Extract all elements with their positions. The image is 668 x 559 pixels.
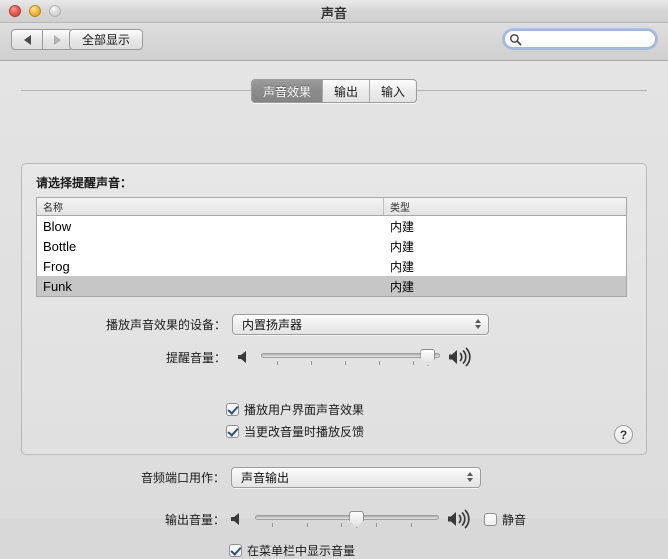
show-all-button[interactable]: 全部显示: [69, 29, 144, 50]
chevron-updown-icon: [467, 472, 473, 482]
output-volume-row: 输出音量： 静音: [0, 508, 668, 530]
ui-sound-effects-label: 播放用户界面声音效果: [244, 403, 365, 417]
slider-tickmarks: [261, 361, 440, 366]
effects-device-row: 播放声音效果的设备： 内置扬声器: [22, 314, 646, 335]
checkbox-ui-sound-effects[interactable]: [226, 403, 239, 416]
column-header-type[interactable]: 类型: [384, 198, 626, 215]
back-button[interactable]: [11, 29, 42, 50]
ui-sound-effects-checkbox-row[interactable]: 播放用户界面声音效果: [226, 401, 364, 418]
cell-name: Frog: [43, 258, 70, 274]
table-row[interactable]: Bottle 内建: [37, 236, 626, 256]
effects-device-value: 内置扬声器: [242, 318, 303, 332]
speaker-min-icon: [238, 351, 246, 363]
audio-port-popup[interactable]: 声音输出: [231, 467, 481, 488]
checkbox-volume-feedback[interactable]: [226, 425, 239, 438]
alert-sound-list-label: 请选择提醒声音：: [36, 176, 133, 190]
slider-track: [255, 515, 439, 520]
help-button[interactable]: ?: [614, 425, 633, 444]
column-header-name[interactable]: 名称: [37, 198, 384, 215]
output-volume-slider[interactable]: [255, 508, 439, 530]
show-volume-menubar-label: 在菜单栏中显示音量: [247, 544, 356, 558]
tab-group: 声音效果 输出 输入: [250, 79, 418, 103]
table-row-selected[interactable]: Funk 内建: [37, 276, 626, 296]
checkbox-show-volume-in-menubar[interactable]: [229, 544, 242, 557]
checkbox-mute[interactable]: [484, 512, 497, 526]
toolbar: 全部显示: [0, 23, 668, 61]
speaker-min-icon: [231, 513, 239, 525]
search-input[interactable]: [524, 32, 668, 46]
volume-feedback-label: 当更改音量时播放反馈: [244, 425, 365, 439]
chevron-updown-icon: [475, 319, 481, 329]
volume-feedback-checkbox-row[interactable]: 当更改音量时播放反馈: [226, 423, 364, 440]
sound-preferences-window: 声音 全部显示 声音效果 输出 输入 请选择提醒声音： 名称 类型 Blow 内…: [0, 0, 668, 558]
title-bar: 声音: [0, 0, 668, 23]
search-icon: [509, 33, 522, 46]
alert-volume-label: 提醒音量：: [165, 350, 226, 365]
cell-type: 内建: [390, 239, 415, 254]
table-row[interactable]: Frog 内建: [37, 256, 626, 276]
audio-port-row: 音频端口用作： 声音输出: [0, 467, 668, 488]
tab-output[interactable]: 输出: [323, 80, 371, 102]
slider-tickmarks: [255, 523, 439, 528]
tab-input[interactable]: 输入: [370, 80, 416, 102]
search-field-focus-ring: [502, 28, 668, 50]
back-arrow-icon: [23, 34, 31, 45]
tab-sound-effects[interactable]: 声音效果: [251, 80, 323, 102]
cell-name: Bottle: [43, 238, 77, 254]
effects-device-label: 播放声音效果的设备：: [105, 318, 226, 332]
effects-device-popup[interactable]: 内置扬声器: [232, 314, 489, 335]
preferences-content: 声音效果 输出 输入 请选择提醒声音： 名称 类型 Blow 内建 Bottle: [0, 61, 668, 558]
cell-type: 内建: [390, 279, 415, 294]
cell-type: 内建: [390, 219, 415, 234]
audio-port-value: 声音输出: [241, 471, 290, 485]
show-volume-menubar-row[interactable]: 在菜单栏中显示音量: [229, 542, 355, 559]
tab-bar: 声音效果 输出 输入: [0, 79, 668, 103]
search-field[interactable]: [504, 30, 668, 48]
mute-label: 静音: [502, 512, 527, 527]
speaker-max-icon: [449, 347, 471, 367]
forward-arrow-icon: [54, 34, 61, 45]
page-title: 声音: [320, 6, 347, 21]
cell-name: Blow: [43, 218, 72, 234]
table-header-row: 名称 类型: [37, 198, 626, 216]
navigation-buttons: [11, 29, 73, 50]
alert-sound-table[interactable]: 名称 类型 Blow 内建 Bottle 内建 Frog 内建 Funk 内建: [36, 197, 627, 297]
speaker-max-icon: [448, 509, 470, 529]
table-row[interactable]: Blow 内建: [37, 216, 626, 236]
slider-track: [261, 353, 440, 358]
cell-name: Funk: [43, 278, 72, 294]
alert-volume-row: 提醒音量：: [22, 346, 646, 368]
sound-effects-panel: 请选择提醒声音： 名称 类型 Blow 内建 Bottle 内建 Frog 内建: [21, 163, 647, 455]
output-volume-label: 输出音量：: [164, 512, 225, 527]
audio-port-label: 音频端口用作：: [140, 471, 225, 485]
cell-type: 内建: [390, 259, 415, 274]
alert-volume-slider[interactable]: [261, 346, 440, 368]
